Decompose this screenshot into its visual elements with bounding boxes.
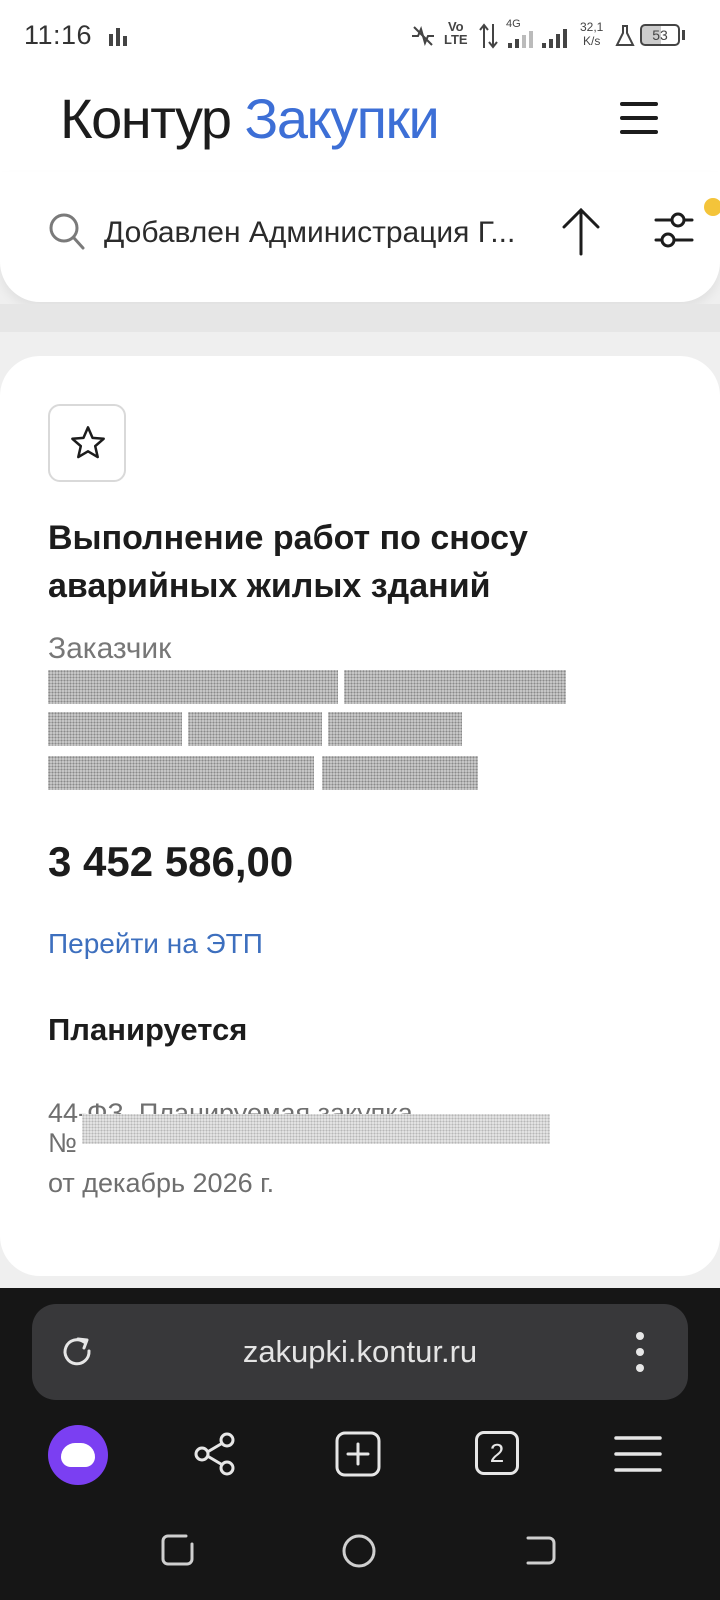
back-icon[interactable] bbox=[522, 1532, 558, 1568]
customer-label: Заказчик bbox=[48, 632, 172, 665]
number-label: № bbox=[48, 1128, 77, 1158]
price: 3 452 586,00 bbox=[48, 838, 294, 885]
battery-tip bbox=[682, 30, 685, 40]
new-tab-icon[interactable] bbox=[334, 1430, 382, 1478]
net-speed-unit: K/s bbox=[583, 34, 601, 48]
volte-bottom: LTE bbox=[444, 32, 468, 47]
browser-menu-icon[interactable] bbox=[614, 1434, 662, 1474]
address-bar[interactable]: zakupki.kontur.ru bbox=[32, 1304, 688, 1400]
battery-indicator: 53 bbox=[640, 24, 680, 46]
customer-name-redacted bbox=[48, 670, 338, 704]
procurement-status: Планируется bbox=[48, 1012, 248, 1047]
filter-sliders-icon[interactable] bbox=[650, 208, 698, 252]
flask-icon bbox=[615, 25, 635, 46]
customer-name-redacted bbox=[322, 756, 478, 790]
network-type: 4G bbox=[506, 18, 521, 30]
recent-apps-icon[interactable] bbox=[160, 1532, 196, 1568]
customer-name-redacted bbox=[188, 712, 322, 746]
logo-kontur: Контур bbox=[60, 87, 232, 150]
alice-logo-shape bbox=[61, 1443, 95, 1467]
customer-name-redacted bbox=[48, 756, 314, 790]
url-text[interactable]: zakupki.kontur.ru bbox=[32, 1334, 688, 1370]
share-icon[interactable] bbox=[192, 1430, 238, 1478]
star-icon bbox=[71, 426, 105, 459]
status-bar: 11:16 Vo LTE 4G 32,1 K/s 53 bbox=[0, 0, 720, 72]
search-input[interactable]: Добавлен Администрация Г... bbox=[104, 216, 544, 250]
volte-indicator: Vo LTE bbox=[444, 20, 468, 46]
customer-name-redacted bbox=[328, 712, 462, 746]
net-speed: 32,1 K/s bbox=[580, 20, 603, 48]
wifi-off-icon bbox=[412, 26, 434, 46]
search-icon[interactable] bbox=[48, 212, 86, 252]
search-bar: Добавлен Администрация Г... bbox=[0, 172, 720, 302]
battery-level: 53 bbox=[652, 27, 668, 43]
site-header: Контур Закупки bbox=[0, 72, 720, 172]
procurement-number-redacted bbox=[82, 1114, 550, 1144]
customer-name-redacted bbox=[344, 670, 566, 704]
data-transfer-icon bbox=[479, 23, 498, 49]
tabs-count: 2 bbox=[489, 1438, 505, 1468]
logo-zakupki: Закупки bbox=[244, 87, 440, 150]
site-logo[interactable]: Контур Закупки bbox=[60, 86, 440, 151]
procurement-card[interactable]: Выполнение работ по сносу аварийных жилы… bbox=[0, 356, 720, 1276]
procurement-date: от декабрь 2026 г. bbox=[48, 1168, 275, 1198]
arrow-up-icon[interactable] bbox=[560, 206, 602, 256]
favorite-button[interactable] bbox=[48, 404, 126, 482]
customer-name-redacted bbox=[48, 712, 182, 746]
home-icon[interactable] bbox=[340, 1532, 378, 1570]
divider-strip bbox=[0, 304, 720, 332]
net-speed-value: 32,1 bbox=[580, 20, 604, 34]
status-time: 11:16 bbox=[24, 20, 93, 50]
alice-assistant-icon[interactable] bbox=[48, 1425, 108, 1485]
signal-icon-2 bbox=[542, 29, 567, 48]
filter-badge bbox=[704, 198, 720, 216]
hamburger-icon[interactable] bbox=[620, 100, 660, 136]
signal-icon-1 bbox=[508, 31, 533, 48]
browser-more-icon[interactable] bbox=[620, 1328, 660, 1376]
activity-icon bbox=[109, 28, 127, 46]
procurement-title[interactable]: Выполнение работ по сносу аварийных жилы… bbox=[48, 514, 648, 610]
system-nav-bar bbox=[0, 1488, 720, 1600]
tabs-icon[interactable]: 2 bbox=[475, 1431, 519, 1475]
go-to-etp-link[interactable]: Перейти на ЭТП bbox=[48, 928, 263, 960]
